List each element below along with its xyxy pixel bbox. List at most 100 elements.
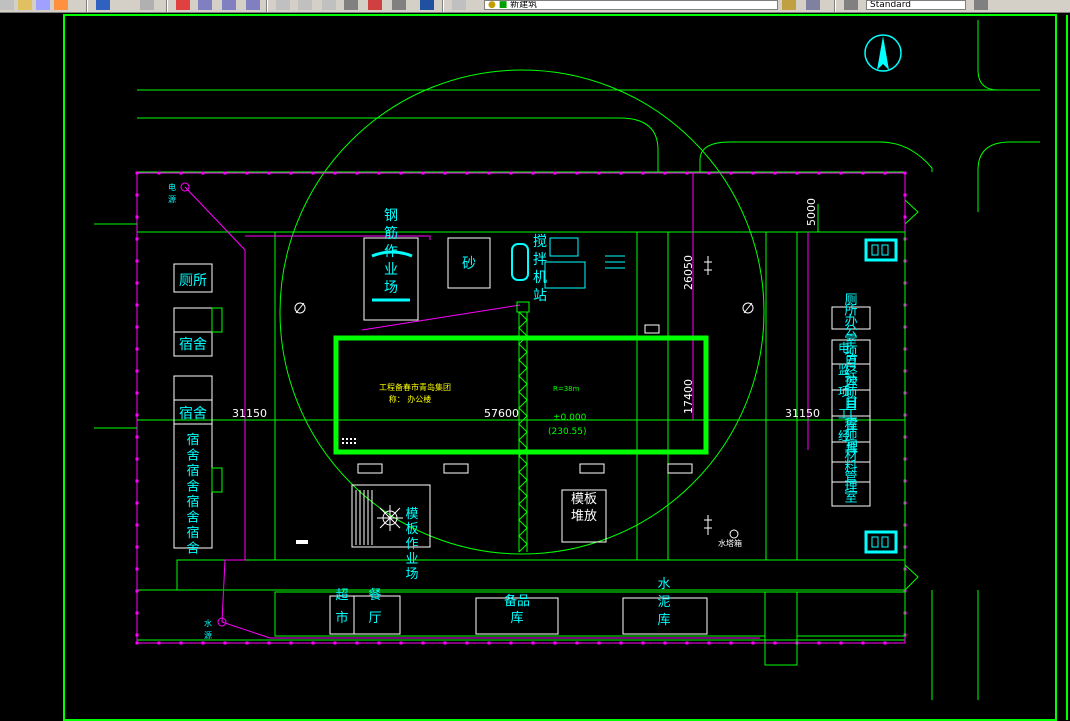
tool-palette-icon[interactable] [322, 0, 336, 10]
water-source-label: 源 [204, 631, 212, 640]
toolbar-separator [166, 0, 168, 12]
open-icon[interactable] [18, 0, 32, 10]
cement-store-char: 泥 [657, 595, 670, 610]
steel-yard-labels: 钢筋作业场 [384, 208, 398, 296]
crane-radius-label: R=38m [553, 385, 580, 393]
fence-post [135, 641, 139, 645]
calculator-icon[interactable] [392, 0, 406, 10]
dorm-stack-char: 宿 [186, 432, 199, 448]
dorm-stack-labels: 宿舍宿舍宿舍宿舍 [186, 432, 199, 557]
fence-post [553, 641, 557, 645]
fence-post [377, 171, 381, 175]
fence-post [245, 171, 249, 175]
text-style-dropdown[interactable]: Standard [866, 0, 966, 10]
zoom-realtime-icon[interactable] [198, 0, 212, 10]
fence-post [377, 641, 381, 645]
fence-post [135, 193, 139, 197]
zoom-window-icon[interactable] [222, 0, 236, 10]
formwork-yard-char: 场 [405, 567, 418, 582]
fence-post [135, 215, 139, 219]
properties-icon[interactable] [276, 0, 290, 10]
fence-post [773, 171, 777, 175]
mixer-char: 搅 [533, 234, 547, 250]
fence-post [135, 435, 139, 439]
formwork-hatch [355, 490, 373, 545]
drawing-canvas[interactable]: 厕所 宿舍 宿舍 宿舍宿舍宿舍宿舍 钢筋作业场 砂 搅拌机站 工程备春市青岛集团… [0, 13, 1070, 721]
layer-dropdown[interactable]: ● ■ 新建筑 [484, 0, 778, 10]
steel-yard-char: 业 [384, 262, 398, 278]
saw-icon [377, 505, 403, 531]
paint-icon[interactable] [54, 0, 68, 10]
fence-post [509, 641, 513, 645]
fence-post [135, 633, 139, 637]
dorm-stack-char: 舍 [186, 542, 199, 557]
fence-post [883, 171, 887, 175]
canteen-char: 厅 [368, 611, 381, 626]
fence-post [729, 171, 733, 175]
fence-post [135, 567, 139, 571]
mixer-char: 站 [533, 288, 547, 304]
fence-post [289, 171, 293, 175]
fence-post [707, 171, 711, 175]
fence-post [685, 171, 689, 175]
arrow-down-icon[interactable] [96, 0, 110, 10]
markup-icon[interactable] [368, 0, 382, 10]
fence-post [135, 501, 139, 505]
fence-post [267, 641, 271, 645]
fence-post [903, 171, 907, 175]
dim-style-icon[interactable] [974, 0, 988, 10]
text-style-name: Standard [870, 0, 911, 10]
pencil-icon[interactable] [36, 0, 50, 10]
yard-outlines [94, 223, 906, 666]
dorm-stack-char: 宿 [186, 525, 199, 541]
layer-previous-icon[interactable] [806, 0, 820, 10]
fence-post [663, 641, 667, 645]
text-style-icon[interactable] [844, 0, 858, 10]
steel-yard-char: 钢 [384, 208, 398, 224]
fence-post [663, 171, 667, 175]
fence-post [135, 237, 139, 241]
fence-post [817, 641, 821, 645]
dim-26050: 26050 [682, 255, 695, 290]
formwork-stack-char: 堆放 [571, 509, 597, 524]
fence-post [135, 479, 139, 483]
fence-post [135, 413, 139, 417]
entrance-marks [342, 438, 356, 444]
fence-post [861, 171, 865, 175]
fence-post [135, 523, 139, 527]
layer-manager-icon[interactable] [452, 0, 466, 10]
layer-bulb-icon: ● [488, 0, 499, 10]
fence-post [531, 171, 535, 175]
sheet-set-icon[interactable] [344, 0, 358, 10]
fence-post [135, 281, 139, 285]
cement-store-char: 库 [657, 612, 670, 628]
make-current-icon[interactable] [782, 0, 796, 10]
gate-mark [296, 540, 308, 544]
fence-post [201, 641, 205, 645]
zoom-previous-icon[interactable] [246, 0, 260, 10]
design-center-icon[interactable] [298, 0, 312, 10]
toilet-left-label: 厕所 [179, 273, 207, 289]
help-icon[interactable] [420, 0, 434, 10]
water-tank-icon [729, 529, 739, 539]
new-icon[interactable] [0, 0, 14, 10]
bottom-building-labels: 超市 餐厅 备品库 水泥库 [335, 577, 670, 628]
pan-icon[interactable] [176, 0, 190, 10]
mixer-char: 拌 [533, 252, 547, 268]
fence-post [443, 171, 447, 175]
fence-post [135, 171, 139, 175]
fence-post [773, 641, 777, 645]
fence-post [553, 171, 557, 175]
formwork-stack-labels: 模板堆放 [571, 492, 597, 524]
fence-post [597, 641, 601, 645]
fence-post [575, 641, 579, 645]
fence-post [487, 641, 491, 645]
toolbar-separator [266, 0, 268, 12]
fence-post [135, 369, 139, 373]
fence-post [751, 171, 755, 175]
fence-post [817, 171, 821, 175]
fence-post [333, 171, 337, 175]
toilet-icon [864, 530, 898, 554]
fence-post [465, 171, 469, 175]
fence-post [883, 641, 887, 645]
